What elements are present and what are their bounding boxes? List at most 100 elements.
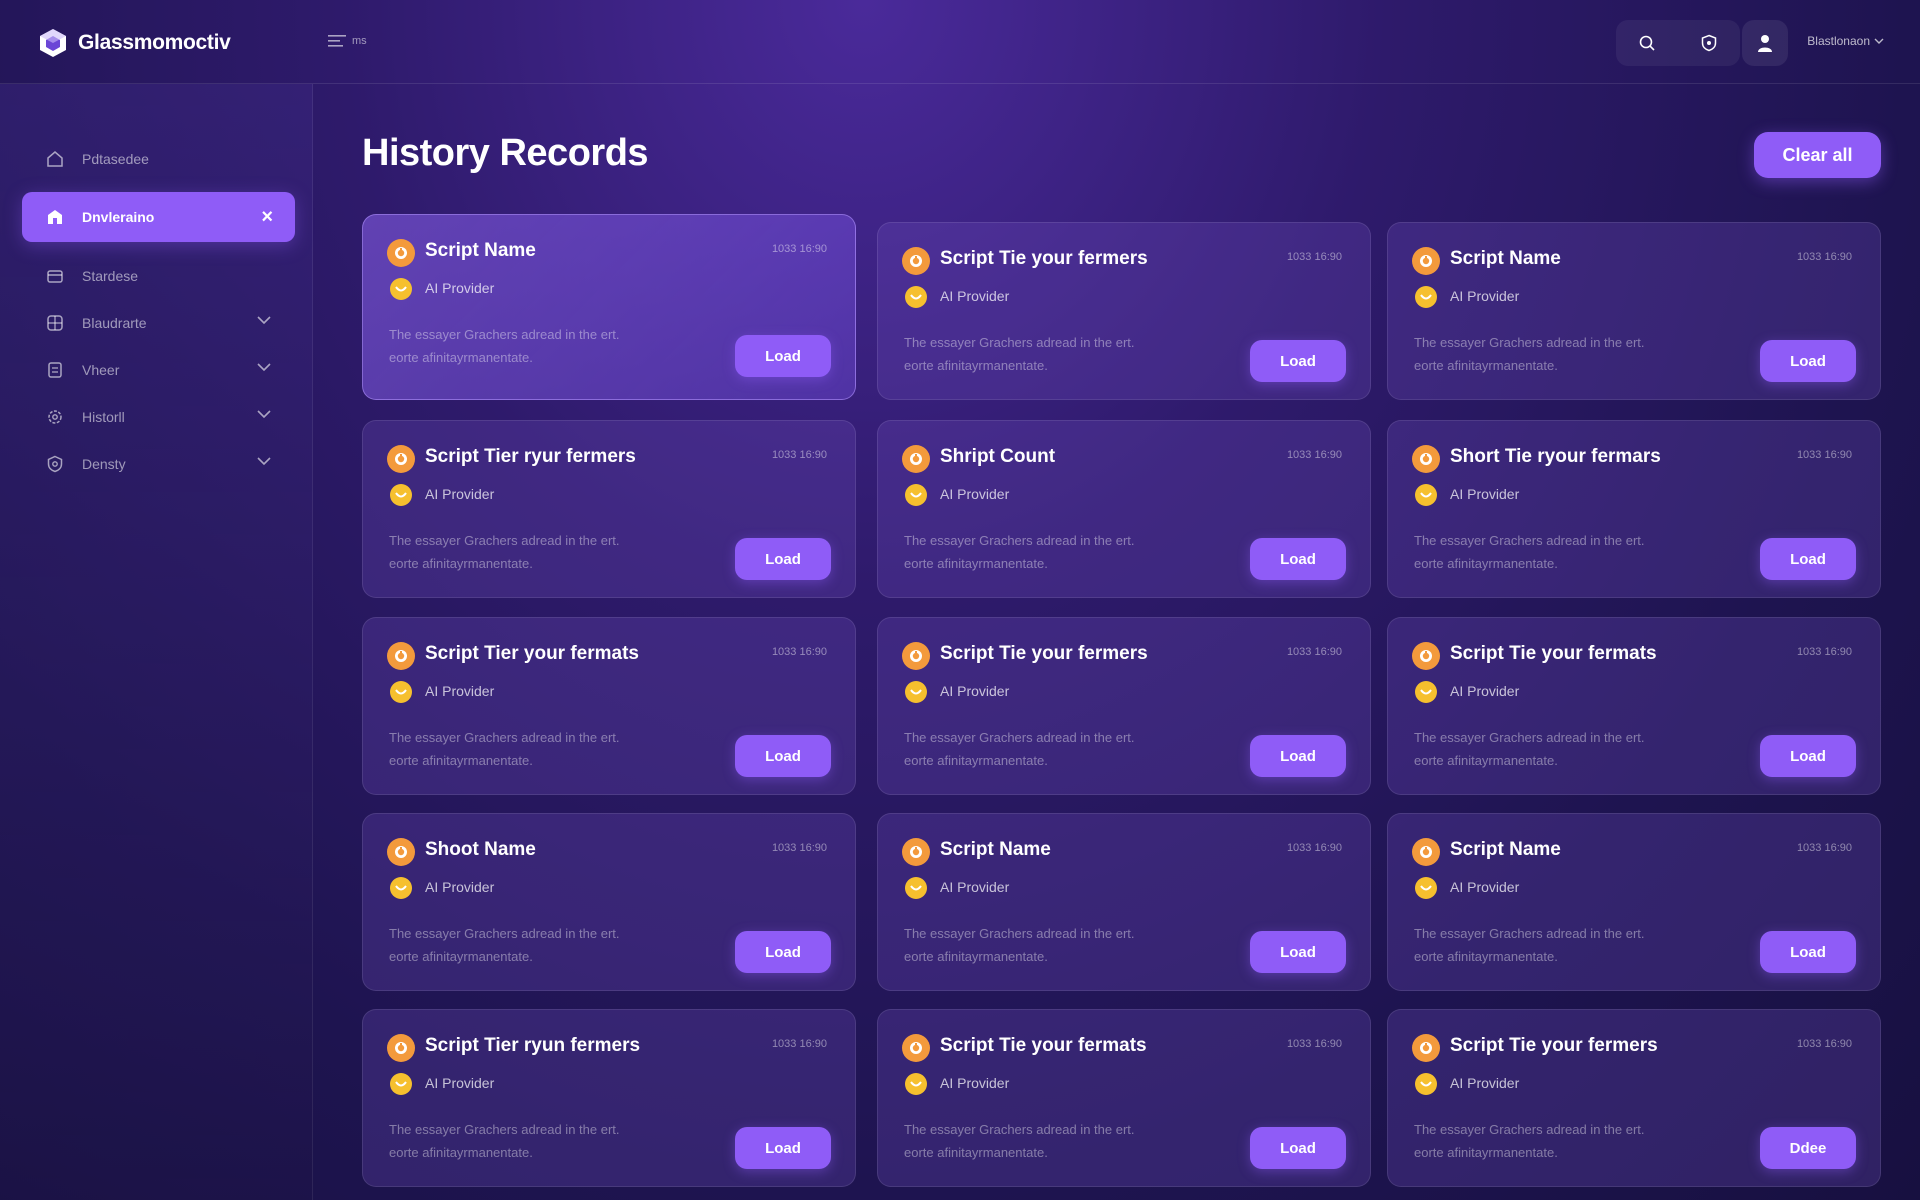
history-card[interactable]: Short Tie ryour fermars 1033 16:90 AI Pr… [1387,420,1881,598]
description-line: The essayer Grachers adread in the ert. [389,533,620,548]
card-title: Script Name [425,240,536,261]
load-button[interactable]: Load [735,735,831,777]
description-line: The essayer Grachers adread in the ert. [1414,1122,1645,1137]
provider-icon [390,484,412,506]
history-card[interactable]: Script Tie your fermats 1033 16:90 AI Pr… [877,1009,1371,1187]
brand[interactable]: Glassmomoctiv [38,28,231,58]
description-line: eorte afinitayrmanentate. [904,753,1048,768]
description-line: The essayer Grachers adread in the ert. [904,533,1135,548]
chevron-down-icon [1874,38,1884,44]
history-card[interactable]: Script Tier your fermats 1033 16:90 AI P… [362,617,856,795]
script-icon [902,247,930,275]
script-icon [902,838,930,866]
card-description: The essayer Grachers adread in the ert. … [1414,922,1714,968]
history-card[interactable]: Script Tie your fermers 1033 16:90 AI Pr… [1387,1009,1881,1187]
folder-icon [47,270,63,283]
close-icon[interactable]: × [261,207,273,227]
card-timestamp: 1033 16:90 [1796,842,1852,854]
card-timestamp: 1033 16:90 [1286,1038,1342,1050]
sidebar-item-label: Dnvleraino [82,209,155,225]
chevron-down-icon [257,457,271,466]
card-title: Script Tie your fermers [1450,1035,1658,1056]
card-timestamp: 1033 16:90 [1796,449,1852,461]
history-card[interactable]: Script Tie your fermers 1033 16:90 AI Pr… [877,222,1371,400]
load-button[interactable]: Load [1760,735,1856,777]
history-card[interactable]: Shript Count 1033 16:90 AI Provider The … [877,420,1371,598]
menu-toggle[interactable]: ms [328,34,367,48]
sidebar-item-blaudrarte[interactable]: Blaudrarte [22,298,295,348]
description-line: The essayer Grachers adread in the ert. [1414,533,1645,548]
shield-icon [1701,34,1717,52]
gear-icon [48,410,62,424]
history-card[interactable]: Script Tier ryur fermers 1033 16:90 AI P… [362,420,856,598]
provider-icon [905,877,927,899]
sidebar-item-label: Blaudrarte [82,315,147,331]
sidebar-item-stardese[interactable]: Stardese [22,251,295,301]
load-button[interactable]: Load [1250,340,1346,382]
sidebar-item-densty[interactable]: Densty [22,439,295,489]
provider-label: AI Provider [1450,1075,1520,1091]
sidebar-item-dnvleraino[interactable]: Dnvleraino × [22,192,295,242]
provider-icon [905,484,927,506]
provider-label: AI Provider [940,1075,1010,1091]
card-title: Script Name [1450,839,1561,860]
user-menu[interactable]: Blastlonaon [1807,34,1884,48]
load-button[interactable]: Load [1760,340,1856,382]
load-button[interactable]: Load [1250,1127,1346,1169]
script-icon [902,445,930,473]
chevron-down-icon [257,316,271,325]
notifications-button[interactable] [1695,29,1723,57]
load-button[interactable]: Load [735,538,831,580]
history-card[interactable]: Script Name 1033 16:90 AI Provider The e… [1387,813,1881,991]
load-button[interactable]: Load [1250,931,1346,973]
history-card[interactable]: Shoot Name 1033 16:90 AI Provider The es… [362,813,856,991]
user-icon [1758,35,1772,52]
description-line: The essayer Grachers adread in the ert. [389,926,620,941]
load-button[interactable]: Load [735,1127,831,1169]
sidebar-item-pdtasedee[interactable]: Pdtasedee [22,134,295,184]
load-button[interactable]: Ddee [1760,1127,1856,1169]
card-timestamp: 1033 16:90 [771,243,827,255]
sidebar-item-historll[interactable]: Historll [22,392,295,442]
description-line: The essayer Grachers adread in the ert. [1414,926,1645,941]
card-description: The essayer Grachers adread in the ert. … [389,922,689,968]
load-button[interactable]: Load [1250,735,1346,777]
sidebar-item-label: Densty [82,456,126,472]
provider-icon [1415,681,1437,703]
description-line: eorte afinitayrmanentate. [904,949,1048,964]
load-button[interactable]: Load [735,931,831,973]
clear-all-button[interactable]: Clear all [1754,132,1881,178]
sidebar-item-vheer[interactable]: Vheer [22,345,295,395]
card-description: The essayer Grachers adread in the ert. … [904,922,1204,968]
history-card[interactable]: Script Tie your fermers 1033 16:90 AI Pr… [877,617,1371,795]
load-button[interactable]: Load [1250,538,1346,580]
sidebar: Pdtasedee Dnvleraino × Stardese Blaudrar… [0,84,313,1200]
history-card[interactable]: Script Name 1033 16:90 AI Provider The e… [877,813,1371,991]
logo-icon [40,29,66,57]
top-bar: Glassmomoctiv ms Blastlonaon [0,0,1920,84]
search-button[interactable] [1633,29,1661,57]
description-line: eorte afinitayrmanentate. [1414,1145,1558,1160]
load-button[interactable]: Load [1760,931,1856,973]
history-card[interactable]: Script Tier ryun fermers 1033 16:90 AI P… [362,1009,856,1187]
script-icon [387,445,415,473]
load-button[interactable]: Load [735,335,831,377]
load-button[interactable]: Load [1760,538,1856,580]
card-description: The essayer Grachers adread in the ert. … [1414,1118,1714,1164]
card-timestamp: 1033 16:90 [771,1038,827,1050]
script-icon [1412,838,1440,866]
history-card[interactable]: Script Name 1033 16:90 AI Provider The e… [362,214,856,400]
avatar[interactable] [1742,20,1788,66]
card-title: Script Tie your fermers [940,643,1148,664]
provider-label: AI Provider [940,683,1010,699]
card-timestamp: 1033 16:90 [1796,1038,1852,1050]
description-line: The essayer Grachers adread in the ert. [389,327,620,342]
document-icon [48,362,62,378]
history-card[interactable]: Script Tie your fermats 1033 16:90 AI Pr… [1387,617,1881,795]
card-title: Script Name [1450,248,1561,269]
history-card[interactable]: Script Name 1033 16:90 AI Provider The e… [1387,222,1881,400]
card-description: The essayer Grachers adread in the ert. … [389,1118,689,1164]
building-icon [48,210,62,224]
provider-icon [1415,877,1437,899]
provider-icon [905,1073,927,1095]
